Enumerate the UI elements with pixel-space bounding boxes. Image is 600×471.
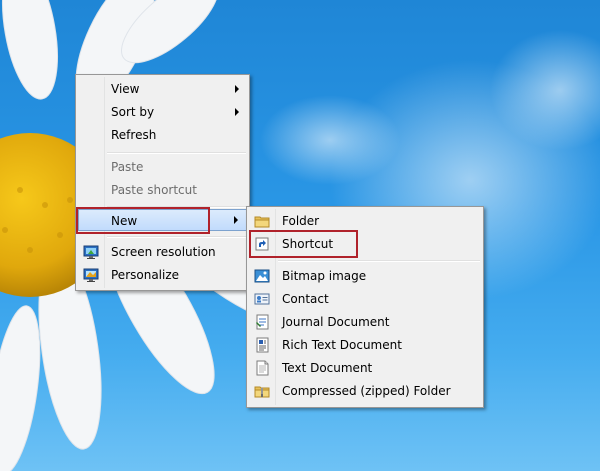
shortcut-icon — [255, 237, 269, 251]
submenu-arrow-icon — [234, 216, 238, 224]
submenu-item-label: Contact — [282, 292, 329, 306]
submenu-item-text-document[interactable]: Text Document — [249, 357, 481, 379]
submenu-arrow-icon — [235, 85, 239, 93]
folder-icon — [254, 216, 270, 228]
submenu-item-rich-text-document[interactable]: Rich Text Document — [249, 334, 481, 356]
desktop[interactable]: View Sort by Refresh Paste Paste shortcu… — [0, 0, 600, 471]
submenu-item-label: Shortcut — [282, 237, 334, 251]
submenu-item-label: Text Document — [282, 361, 373, 375]
bitmap-image-icon — [254, 269, 270, 283]
desktop-context-menu: View Sort by Refresh Paste Paste shortcu… — [75, 74, 250, 291]
menu-item-label: Paste — [111, 160, 144, 174]
submenu-item-journal-document[interactable]: Journal Document — [249, 311, 481, 333]
monitor-icon — [83, 245, 99, 259]
text-document-icon — [256, 360, 269, 376]
menu-separator — [107, 152, 246, 154]
submenu-item-contact[interactable]: Contact — [249, 288, 481, 310]
menu-item-personalize[interactable]: Personalize — [78, 264, 247, 286]
submenu-item-compressed-folder[interactable]: Compressed (zipped) Folder — [249, 380, 481, 402]
submenu-item-label: Compressed (zipped) Folder — [282, 384, 451, 398]
menu-item-label: Refresh — [111, 128, 157, 142]
contact-card-icon — [254, 293, 270, 305]
menu-separator — [107, 206, 246, 208]
rich-text-document-icon — [256, 337, 269, 353]
new-submenu: Folder Shortcut Bitmap image Contact Jou… — [246, 206, 484, 408]
menu-separator — [278, 260, 480, 262]
menu-item-view[interactable]: View — [78, 78, 247, 100]
menu-item-sort-by[interactable]: Sort by — [78, 101, 247, 123]
personalize-icon — [83, 268, 99, 282]
menu-separator — [107, 236, 246, 238]
menu-item-paste: Paste — [78, 156, 247, 178]
submenu-item-label: Journal Document — [282, 315, 390, 329]
menu-item-label: Sort by — [111, 105, 155, 119]
menu-item-label: Screen resolution — [111, 245, 216, 259]
submenu-item-bitmap-image[interactable]: Bitmap image — [249, 265, 481, 287]
menu-item-paste-shortcut: Paste shortcut — [78, 179, 247, 201]
submenu-item-folder[interactable]: Folder — [249, 210, 481, 232]
menu-item-label: New — [111, 214, 138, 228]
submenu-item-label: Folder — [282, 214, 320, 228]
menu-item-label: View — [111, 82, 140, 96]
menu-item-screen-resolution[interactable]: Screen resolution — [78, 241, 247, 263]
menu-item-label: Personalize — [111, 268, 180, 282]
menu-item-new[interactable]: New — [78, 209, 247, 231]
submenu-item-shortcut[interactable]: Shortcut — [249, 233, 481, 255]
journal-document-icon — [256, 314, 269, 330]
menu-item-refresh[interactable]: Refresh — [78, 124, 247, 146]
submenu-arrow-icon — [235, 108, 239, 116]
submenu-item-label: Rich Text Document — [282, 338, 402, 352]
submenu-item-label: Bitmap image — [282, 269, 367, 283]
zipped-folder-icon — [254, 386, 270, 398]
menu-item-label: Paste shortcut — [111, 183, 197, 197]
